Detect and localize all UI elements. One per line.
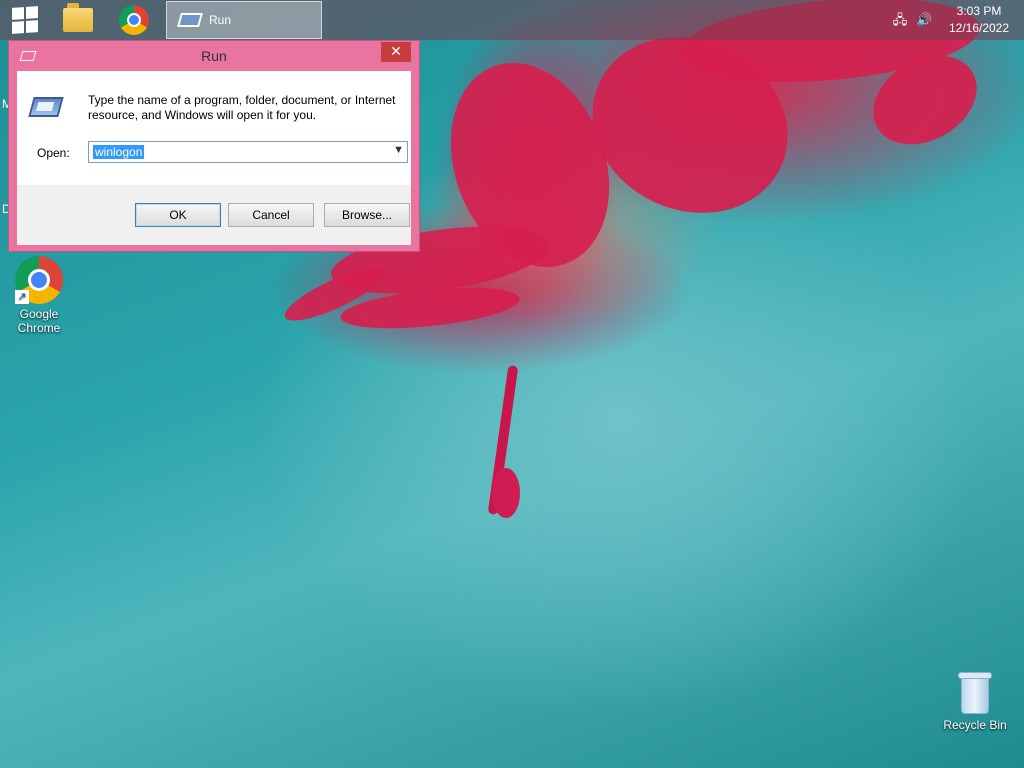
run-dialog-titlebar[interactable]: Run ✕ <box>9 41 419 71</box>
chrome-taskbar-button[interactable] <box>106 0 162 40</box>
windows-logo-icon <box>12 6 38 34</box>
start-button[interactable] <box>0 0 50 40</box>
chrome-icon <box>119 5 149 35</box>
run-taskbar-label: Run <box>209 13 232 27</box>
chevron-down-icon[interactable]: ▼ <box>393 144 404 156</box>
close-icon: ✕ <box>390 43 402 59</box>
open-combobox[interactable]: winlogon ▼ <box>88 141 408 163</box>
volume-icon[interactable]: 🔊 <box>916 12 932 28</box>
run-program-icon <box>28 97 64 117</box>
clock-date: 12/16/2022 <box>948 21 1010 35</box>
run-icon <box>177 13 203 27</box>
run-dialog: Run ✕ Type the name of a program, folder… <box>8 40 420 252</box>
run-taskbar-button[interactable]: Run <box>166 1 322 39</box>
desktop-icon-google-chrome[interactable]: ↗ Google Chrome <box>1 256 77 335</box>
network-icon[interactable]: 🖧 <box>892 12 908 28</box>
open-input-value[interactable]: winlogon <box>93 145 145 159</box>
clock[interactable]: 3:03 PM 12/16/2022 <box>940 3 1018 37</box>
pistil-decoration <box>492 468 520 518</box>
close-button[interactable]: ✕ <box>381 42 411 62</box>
desktop-icon-recycle-bin[interactable]: Recycle Bin <box>937 672 1013 732</box>
chrome-icon: ↗ <box>15 256 63 304</box>
run-dialog-body: Type the name of a program, folder, docu… <box>17 71 411 245</box>
run-description: Type the name of a program, folder, docu… <box>88 93 396 122</box>
desktop-icon-label: Recycle Bin <box>943 718 1007 732</box>
recycle-bin-icon <box>958 672 992 714</box>
cancel-button[interactable]: Cancel <box>228 203 314 227</box>
desktop-icon-label: Chrome <box>17 321 61 335</box>
open-label: Open: <box>37 146 70 160</box>
shortcut-arrow-icon: ↗ <box>15 290 29 304</box>
run-dialog-title: Run <box>201 48 227 64</box>
ok-button[interactable]: OK <box>135 203 221 227</box>
clock-time: 3:03 PM <box>956 4 1002 18</box>
browse-button[interactable]: Browse... <box>324 203 410 227</box>
system-tray: 🖧 🔊 3:03 PM 12/16/2022 <box>892 0 1024 40</box>
taskbar: Run 🖧 🔊 3:03 PM 12/16/2022 <box>0 0 1024 40</box>
dialog-button-bar: OK Cancel Browse... <box>17 185 411 245</box>
file-explorer-taskbar-button[interactable] <box>50 0 106 40</box>
folder-icon <box>63 3 93 32</box>
desktop-icon-label: Google <box>19 307 59 321</box>
